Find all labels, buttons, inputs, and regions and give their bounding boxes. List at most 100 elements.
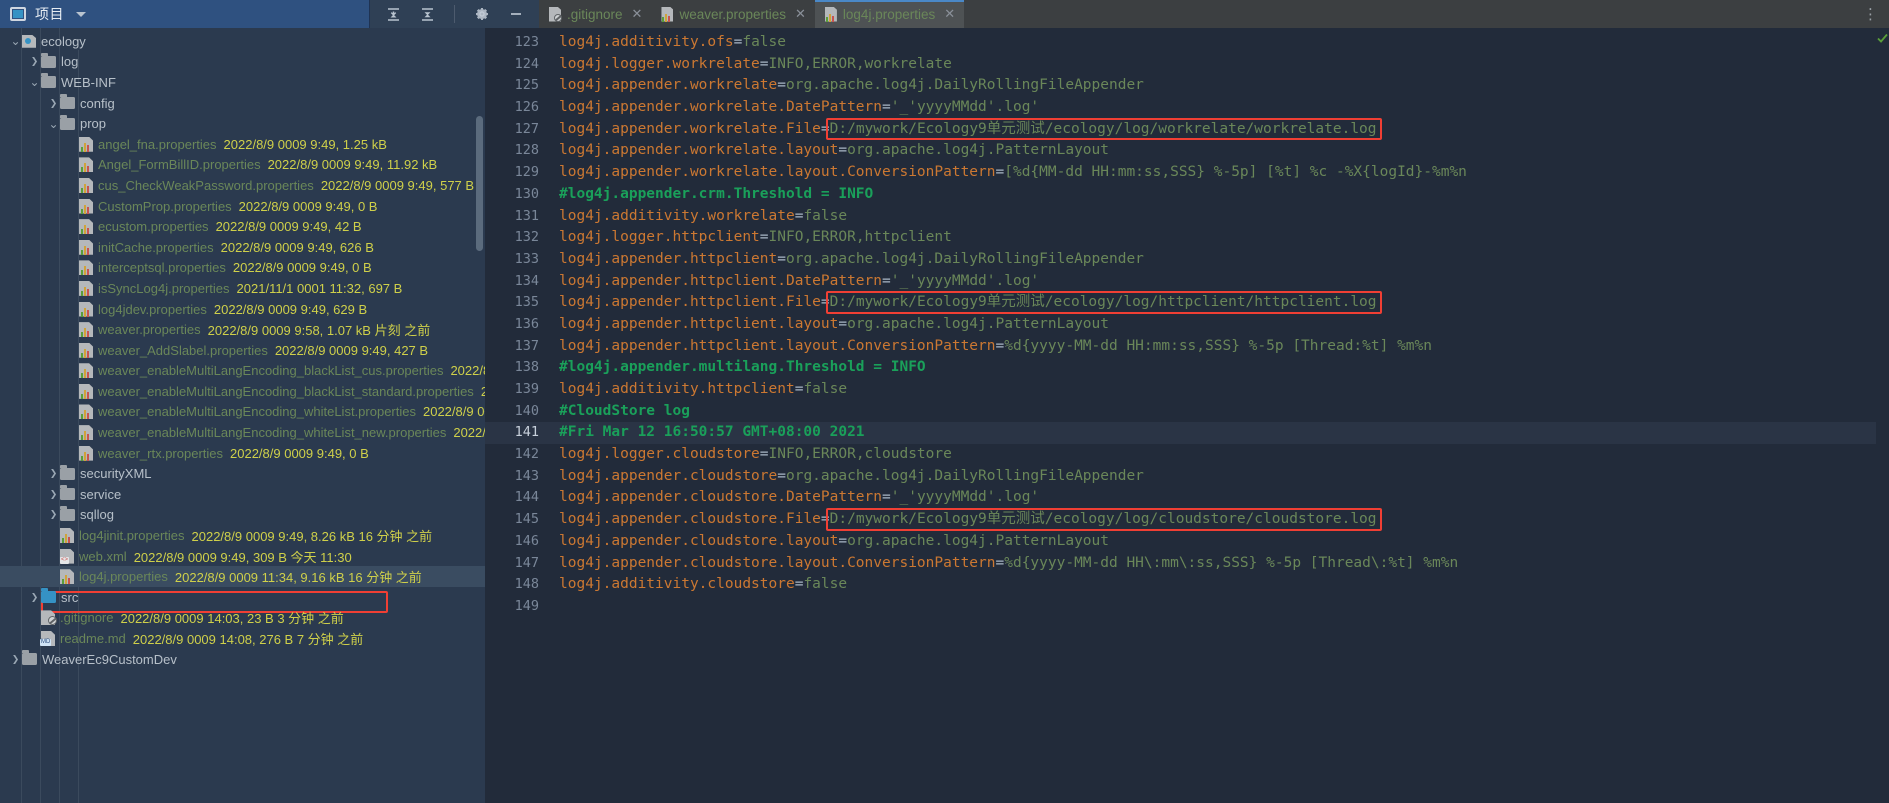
tree-file-row[interactable]: weaver_enableMultiLangEncoding_whiteList… bbox=[0, 422, 485, 443]
code-line[interactable]: log4j.appender.cloudstore=org.apache.log… bbox=[553, 466, 1889, 488]
code-editor[interactable]: 123 124 125 126 127 128 129 130 131 132 133 134 135 1… bbox=[485, 28, 1889, 803]
tree-file-row[interactable]: CustomProp.properties 2022/8/9 0009 9:49,… bbox=[0, 196, 485, 217]
expand-all-icon[interactable] bbox=[418, 5, 436, 23]
editor-marker-bar[interactable] bbox=[1876, 28, 1889, 803]
tree-folder-row[interactable]: ❯ WeaverEc9CustomDev bbox=[0, 649, 485, 670]
collapse-all-icon[interactable] bbox=[384, 5, 402, 23]
chevron-down-icon[interactable]: ⌄ bbox=[47, 118, 60, 130]
code-line[interactable]: log4j.appender.cloudstore.layout.Convers… bbox=[553, 553, 1889, 575]
tree-folder-row[interactable]: ⌄ prop bbox=[0, 113, 485, 134]
code-line[interactable]: log4j.appender.workrelate.layout.Convers… bbox=[553, 162, 1889, 184]
code-line[interactable] bbox=[553, 596, 1889, 618]
tree-folder-row[interactable]: ❯ service bbox=[0, 484, 485, 505]
code-line[interactable]: log4j.additivity.ofs=false bbox=[553, 32, 1889, 54]
tree-file-row[interactable]: weaver_AddSlabel.properties 2022/8/9 0009… bbox=[0, 340, 485, 361]
tree-folder-row[interactable]: ❯ src bbox=[0, 587, 485, 608]
tree-file-row[interactable]: log4j.properties 2022/8/9 0009 11:34, 9.1… bbox=[0, 566, 485, 588]
chevron-right-icon[interactable]: ❯ bbox=[47, 509, 60, 520]
close-icon[interactable]: ✕ bbox=[944, 6, 955, 22]
tree-folder-row[interactable]: ❯ sqllog bbox=[0, 505, 485, 526]
inspection-ok-icon[interactable] bbox=[1877, 33, 1888, 43]
chevron-right-icon[interactable]: ❯ bbox=[47, 489, 60, 500]
gear-icon[interactable] bbox=[473, 5, 491, 23]
tree-item-label: prop bbox=[80, 116, 107, 132]
chevron-right-icon[interactable]: ❯ bbox=[47, 468, 60, 479]
code-line[interactable]: log4j.appender.httpclient.layout=org.apa… bbox=[553, 314, 1889, 336]
chevron-down-icon[interactable]: ⌄ bbox=[28, 76, 41, 88]
tree-file-row[interactable]: Angel_FormBillID.properties 2022/8/9 0009… bbox=[0, 155, 485, 176]
assignment-operator: = bbox=[995, 337, 1005, 354]
code-line[interactable]: log4j.appender.cloudstore.DatePattern='_… bbox=[553, 487, 1889, 509]
tree-module-row[interactable]: ⌄ ecology bbox=[0, 31, 485, 52]
chevron-right-icon[interactable]: ❯ bbox=[28, 56, 41, 67]
tab-log4j-properties[interactable]: log4j.properties ✕ bbox=[814, 0, 965, 28]
project-panel-header[interactable]: 项目 bbox=[0, 0, 370, 28]
close-icon[interactable]: ✕ bbox=[632, 6, 643, 22]
code-line[interactable]: log4j.logger.workrelate=INFO,ERROR,workr… bbox=[553, 54, 1889, 76]
chevron-right-icon[interactable]: ❯ bbox=[9, 654, 22, 665]
code-line[interactable]: log4j.appender.httpclient.File=D:/mywork… bbox=[553, 292, 1889, 314]
property-key: log4j.appender.cloudstore.DatePattern bbox=[559, 489, 883, 506]
tree-folder-row[interactable]: ❯ config bbox=[0, 93, 485, 114]
tree-file-row[interactable]: angel_fna.properties 2022/8/9 0009 9:49, … bbox=[0, 134, 485, 155]
code-line[interactable]: log4j.additivity.workrelate=false bbox=[553, 206, 1889, 228]
tree-file-row[interactable]: initCache.properties 2022/8/9 0009 9:49, … bbox=[0, 237, 485, 258]
code-line[interactable]: log4j.appender.cloudstore.layout=org.apa… bbox=[553, 531, 1889, 553]
code-line[interactable]: log4j.logger.cloudstore=INFO,ERROR,cloud… bbox=[553, 444, 1889, 466]
code-line[interactable]: log4j.appender.httpclient.DatePattern='_… bbox=[553, 271, 1889, 293]
code-line[interactable]: #log4j.appender.multilang.Threshold = IN… bbox=[553, 357, 1889, 379]
tree-file-row[interactable]: weaver_enableMultiLangEncoding_blackList… bbox=[0, 381, 485, 402]
chevron-right-icon[interactable]: ❯ bbox=[28, 592, 41, 603]
code-line[interactable]: log4j.appender.cloudstore.File=D:/mywork… bbox=[553, 509, 1889, 531]
hide-panel-icon[interactable] bbox=[507, 5, 525, 23]
tree-file-row[interactable]: weaver.properties 2022/8/9 0009 9:58, 1.0… bbox=[0, 319, 485, 340]
properties-file-icon bbox=[79, 177, 93, 193]
tree-file-row[interactable]: log4jdev.properties 2022/8/9 0009 9:49, 6… bbox=[0, 299, 485, 320]
assignment-operator: = bbox=[995, 164, 1005, 181]
code-content[interactable]: log4j.additivity.ofs=false log4j.logger.w… bbox=[553, 28, 1889, 803]
tree-file-row[interactable]: interceptsql.properties 2022/8/9 0009 9:4… bbox=[0, 258, 485, 279]
chevron-right-icon[interactable]: ❯ bbox=[47, 98, 60, 109]
line-number: 144 bbox=[514, 489, 539, 506]
code-line[interactable]: log4j.appender.httpclient=org.apache.log… bbox=[553, 249, 1889, 271]
code-line[interactable]: log4j.additivity.cloudstore=false bbox=[553, 574, 1889, 596]
property-value: [%d{MM-dd HH:mm:ss,SSS} %-5p] [%t] %c -%… bbox=[1004, 164, 1467, 181]
code-line[interactable]: log4j.appender.workrelate.DatePattern='_… bbox=[553, 97, 1889, 119]
properties-file-icon bbox=[79, 198, 93, 214]
property-value: INFO,ERROR,cloudstore bbox=[768, 446, 952, 463]
code-line[interactable]: #log4j.appender.crm.Threshold = INFO bbox=[553, 184, 1889, 206]
tree-item-label: ecology bbox=[41, 33, 86, 49]
project-tree[interactable]: ⌄ ecology ❯ log ⌄ WEB-INF ❯ config ⌄ prop angel_fn… bbox=[0, 28, 485, 803]
code-line[interactable]: log4j.logger.httpclient=INFO,ERROR,httpc… bbox=[553, 227, 1889, 249]
tree-folder-row[interactable]: ❯ securityXML bbox=[0, 463, 485, 484]
property-value: INFO,ERROR,workrelate bbox=[768, 55, 952, 72]
chevron-down-icon[interactable] bbox=[76, 11, 86, 17]
tree-file-row[interactable]: log4jinit.properties 2022/8/9 0009 9:49, … bbox=[0, 525, 485, 546]
code-line[interactable]: log4j.appender.httpclient.layout.Convers… bbox=[553, 336, 1889, 358]
tree-file-row[interactable]: <> web.xml 2022/8/9 0009 9:49, 309 B 今天 11… bbox=[0, 546, 485, 567]
code-line[interactable]: log4j.appender.workrelate.layout=org.apa… bbox=[553, 140, 1889, 162]
property-key: log4j.appender.cloudstore.layout bbox=[559, 532, 839, 549]
code-line[interactable]: #Fri Mar 12 16:50:57 GMT+08:00 2021 bbox=[553, 422, 1889, 445]
chevron-down-icon[interactable]: ⌄ bbox=[9, 35, 22, 47]
code-line[interactable]: log4j.additivity.httpclient=false bbox=[553, 379, 1889, 401]
tree-file-row[interactable]: cus_CheckWeakPassword.properties 2022/8/9… bbox=[0, 175, 485, 196]
close-icon[interactable]: ✕ bbox=[795, 6, 806, 22]
more-options-icon[interactable]: ⋮ bbox=[1863, 5, 1879, 23]
tree-file-row[interactable]: isSyncLog4j.properties 2021/11/1 0001 11:… bbox=[0, 278, 485, 299]
code-line[interactable]: #CloudStore log bbox=[553, 401, 1889, 423]
tree-file-row[interactable]: MD readme.md 2022/8/9 0009 14:08, 276 B 7 … bbox=[0, 628, 485, 649]
tree-file-row[interactable]: weaver_enableMultiLangEncoding_blackList… bbox=[0, 361, 485, 382]
tab-gitignore[interactable]: .gitignore ✕ bbox=[539, 0, 652, 28]
tree-file-row[interactable]: weaver_enableMultiLangEncoding_whiteList… bbox=[0, 402, 485, 423]
tree-folder-row[interactable]: ⌄ WEB-INF bbox=[0, 72, 485, 93]
tree-folder-row[interactable]: ❯ log bbox=[0, 52, 485, 73]
tree-file-row[interactable]: ecustom.properties 2022/8/9 0009 9:49, 42… bbox=[0, 216, 485, 237]
properties-file-icon bbox=[79, 322, 93, 338]
tree-file-row[interactable]: .gitignore 2022/8/9 0009 14:03, 23 B 3 分钟… bbox=[0, 608, 485, 629]
property-key: log4j.appender.httpclient bbox=[559, 250, 778, 267]
code-line[interactable]: log4j.appender.workrelate.File=D:/mywork… bbox=[553, 119, 1889, 141]
code-line[interactable]: log4j.appender.workrelate=org.apache.log… bbox=[553, 75, 1889, 97]
tab-weaver-properties[interactable]: weaver.properties ✕ bbox=[651, 0, 815, 28]
tree-file-row[interactable]: weaver_rtx.properties 2022/8/9 0009 9:49,… bbox=[0, 443, 485, 464]
